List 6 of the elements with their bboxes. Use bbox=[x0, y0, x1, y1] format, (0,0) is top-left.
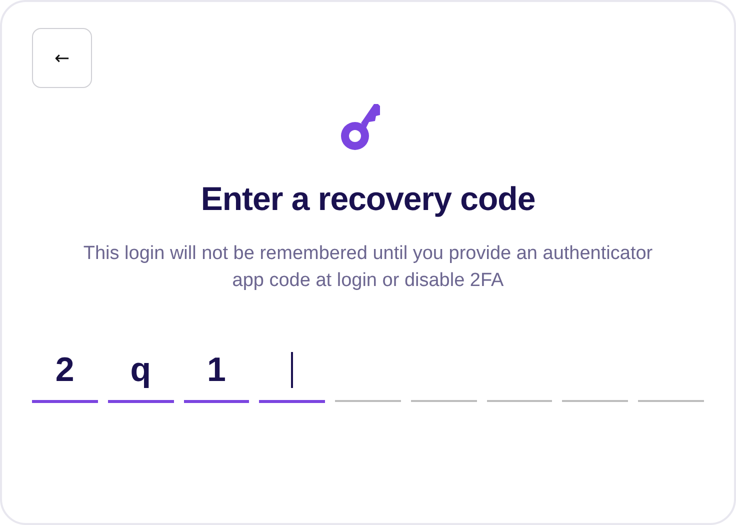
back-button[interactable]: ← bbox=[32, 28, 92, 88]
description-text: This login will not be remembered until you provide an authenticator app code at login or disable 2FA bbox=[82, 242, 654, 293]
code-input-field[interactable]: 2 bbox=[32, 340, 98, 403]
code-input-field[interactable]: q bbox=[108, 340, 174, 403]
page-title: Enter a recovery code bbox=[200, 180, 536, 218]
code-input-field[interactable]: 1 bbox=[184, 340, 250, 403]
